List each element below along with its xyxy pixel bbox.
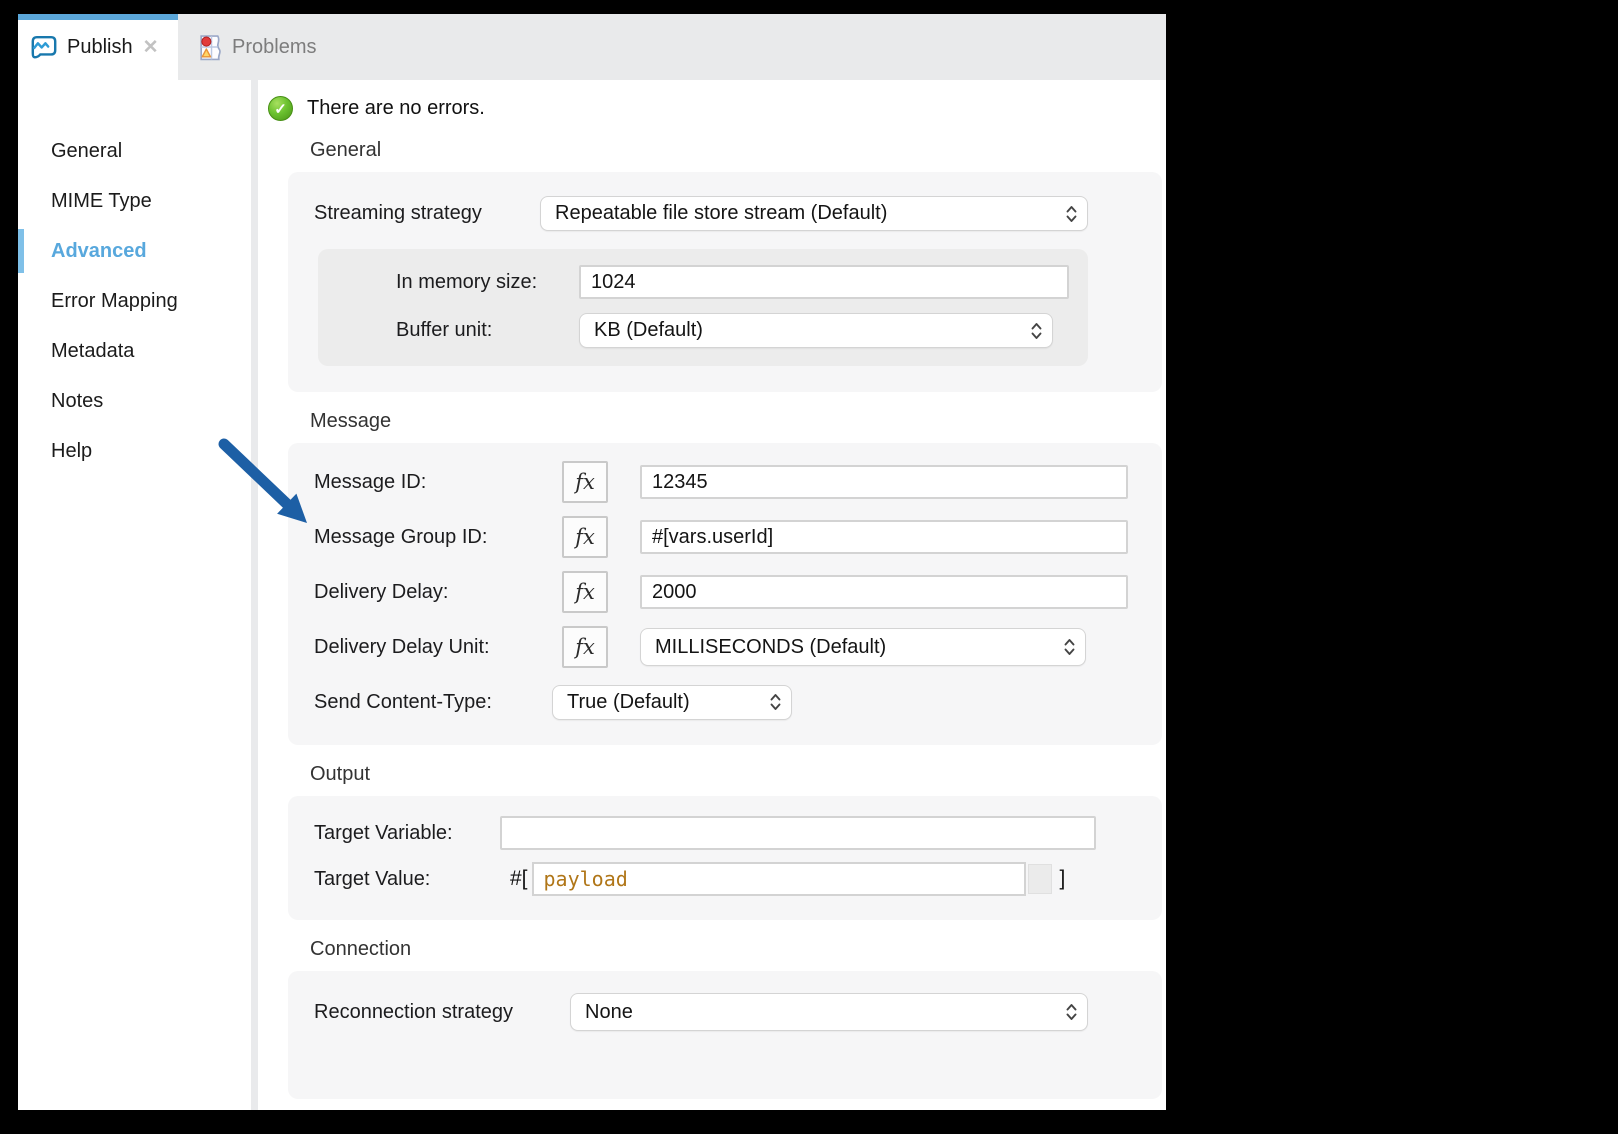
delivery-delay-unit-select[interactable]: MILLISECONDS (Default) (640, 628, 1086, 666)
sidebar-divider (251, 80, 258, 1110)
stepper-icon (1066, 1003, 1077, 1021)
reconnection-strategy-value: None (585, 1001, 1058, 1024)
expression-trailing-box (1028, 864, 1052, 894)
message-panel: Message ID: fx Message Group ID: fx Deli… (288, 443, 1162, 745)
fx-expression-button[interactable]: fx (562, 516, 608, 558)
sidebar-item-advanced[interactable]: Advanced (18, 226, 251, 276)
target-variable-input[interactable] (500, 816, 1096, 850)
streaming-strategy-value: Repeatable file store stream (Default) (555, 202, 1058, 225)
streaming-strategy-label: Streaming strategy (314, 202, 540, 225)
sidebar-item-notes[interactable]: Notes (18, 376, 251, 426)
output-panel: Target Variable: Target Value: #[ ] (288, 796, 1162, 920)
problems-icon (198, 33, 223, 62)
stepper-icon (770, 693, 781, 711)
message-group-id-label: Message Group ID: (314, 526, 562, 549)
close-icon[interactable]: ✕ (143, 38, 159, 57)
delivery-delay-input[interactable] (640, 575, 1128, 609)
buffer-unit-value: KB (Default) (594, 319, 1023, 342)
tab-publish[interactable]: Publish ✕ (18, 14, 178, 80)
streaming-strategy-select[interactable]: Repeatable file store stream (Default) (540, 196, 1088, 231)
fx-expression-button[interactable]: fx (562, 571, 608, 613)
stepper-icon (1064, 638, 1075, 656)
main-panel: ✓ There are no errors. General Streaming… (258, 80, 1166, 1110)
delivery-delay-row: Delivery Delay: fx (288, 571, 1162, 613)
stepper-icon (1031, 322, 1042, 340)
tab-problems[interactable]: Problems (198, 14, 316, 80)
target-value-label: Target Value: (314, 868, 510, 891)
send-content-type-label: Send Content-Type: (314, 691, 552, 714)
reconnection-strategy-row: Reconnection strategy None (288, 993, 1162, 1031)
sidebar: General MIME Type Advanced Error Mapping… (18, 80, 251, 1110)
delivery-delay-unit-value: MILLISECONDS (Default) (655, 636, 1056, 659)
tab-problems-label: Problems (232, 36, 316, 59)
buffer-unit-label: Buffer unit: (396, 319, 579, 342)
fx-expression-button[interactable]: fx (562, 626, 608, 668)
fx-expression-button[interactable]: fx (562, 461, 608, 503)
target-variable-row: Target Variable: (288, 816, 1162, 850)
section-title-message: Message (310, 410, 1166, 433)
expression-open-bracket: #[ (510, 867, 528, 891)
delivery-delay-unit-row: Delivery Delay Unit: fx MILLISECONDS (De… (288, 626, 1162, 668)
target-value-row: Target Value: #[ ] (288, 862, 1162, 896)
send-content-type-row: Send Content-Type: True (Default) (288, 681, 1162, 723)
reconnection-strategy-label: Reconnection strategy (314, 1001, 570, 1024)
sidebar-item-advanced-label: Advanced (51, 240, 147, 263)
message-id-input[interactable] (640, 465, 1128, 499)
message-id-row: Message ID: fx (288, 461, 1162, 503)
message-id-label: Message ID: (314, 471, 562, 494)
message-group-id-row: Message Group ID: fx (288, 516, 1162, 558)
message-group-id-input[interactable] (640, 520, 1128, 554)
in-memory-size-label: In memory size: (396, 271, 579, 294)
section-title-output: Output (310, 763, 1166, 786)
tab-bar: Publish ✕ Problems (18, 14, 1166, 80)
section-title-connection: Connection (310, 938, 1166, 961)
delivery-delay-unit-label: Delivery Delay Unit: (314, 636, 562, 659)
stepper-icon (1066, 205, 1077, 223)
target-value-expression-input[interactable] (532, 862, 1026, 896)
section-title-general: General (310, 139, 1166, 162)
tab-publish-label: Publish (67, 36, 133, 59)
status-message: There are no errors. (307, 97, 485, 120)
sidebar-item-metadata[interactable]: Metadata (18, 326, 251, 376)
publish-flow-icon (30, 33, 58, 61)
send-content-type-value: True (Default) (567, 691, 762, 714)
reconnection-strategy-select[interactable]: None (570, 993, 1088, 1031)
active-tab-accent (18, 14, 178, 20)
delivery-delay-label: Delivery Delay: (314, 581, 562, 604)
streaming-options-panel: In memory size: Buffer unit: KB (Default… (318, 249, 1088, 366)
properties-window: Publish ✕ Problems General MIME Type (18, 14, 1166, 1110)
sidebar-item-error-mapping[interactable]: Error Mapping (18, 276, 251, 326)
general-panel: Streaming strategy Repeatable file store… (288, 172, 1162, 392)
in-memory-size-input[interactable] (579, 265, 1069, 299)
expression-close-bracket: ] (1060, 867, 1066, 891)
send-content-type-select[interactable]: True (Default) (552, 685, 792, 720)
buffer-unit-select[interactable]: KB (Default) (579, 313, 1053, 348)
connection-panel: Reconnection strategy None (288, 971, 1162, 1099)
success-check-icon: ✓ (268, 96, 293, 121)
target-variable-label: Target Variable: (314, 822, 500, 845)
active-item-indicator (18, 229, 24, 273)
sidebar-item-help[interactable]: Help (18, 426, 251, 476)
sidebar-item-mime-type[interactable]: MIME Type (18, 176, 251, 226)
validation-status: ✓ There are no errors. (268, 96, 1166, 121)
sidebar-item-general[interactable]: General (18, 126, 251, 176)
